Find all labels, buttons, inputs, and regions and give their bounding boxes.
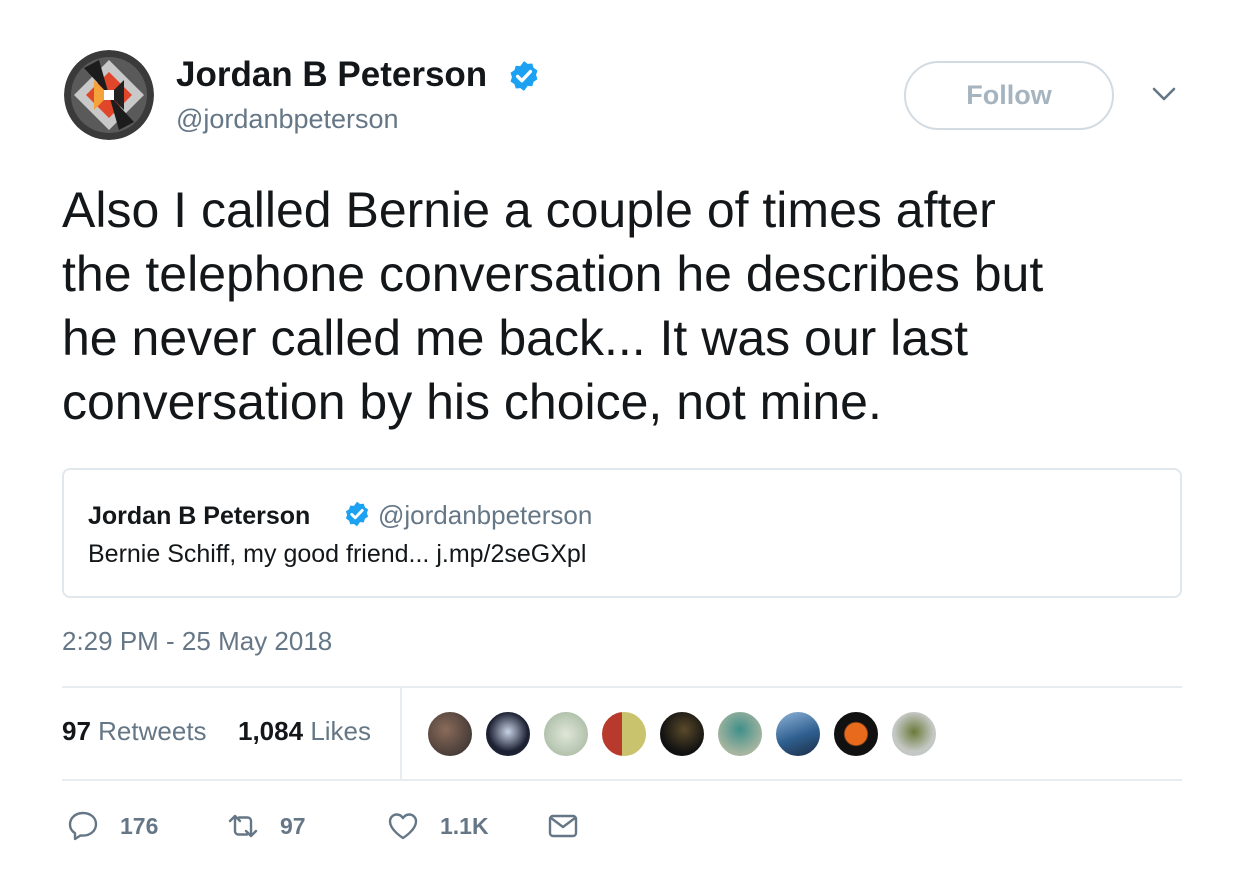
likes-stat[interactable]: 1,084 Likes <box>238 716 371 747</box>
retweet-icon <box>228 814 258 838</box>
likes-count: 1,084 <box>238 716 304 746</box>
likes-label: Likes <box>310 716 372 746</box>
liker-avatar[interactable] <box>484 710 532 758</box>
liker-avatar[interactable] <box>890 710 938 758</box>
liker-avatar[interactable] <box>426 710 474 758</box>
retweets-count: 97 <box>62 716 91 746</box>
tweet-text: Also I called Bernie a couple of times a… <box>62 178 1182 434</box>
retweet-action[interactable]: 97 <box>226 806 306 846</box>
vertical-divider <box>400 688 402 780</box>
liker-avatar[interactable] <box>832 710 880 758</box>
author-handle[interactable]: @jordanbpeterson <box>176 104 399 135</box>
liker-avatar[interactable] <box>600 710 648 758</box>
divider <box>62 779 1182 781</box>
retweet-count: 97 <box>280 812 306 839</box>
liker-avatar[interactable] <box>542 710 590 758</box>
verified-badge-icon <box>510 61 538 91</box>
tweet-text-line: he never called me back... It was our la… <box>62 310 968 366</box>
tweet-text-line: conversation by his choice, not mine. <box>62 374 882 430</box>
tweet-text-line: Also I called Bernie a couple of times a… <box>62 182 996 238</box>
follow-button[interactable]: Follow <box>904 61 1114 130</box>
liker-avatar[interactable] <box>774 710 822 758</box>
heart-icon <box>388 813 418 840</box>
verified-badge-icon <box>345 501 369 527</box>
like-count: 1.1K <box>440 812 489 839</box>
chevron-down-icon[interactable] <box>1150 84 1178 104</box>
divider <box>62 686 1182 688</box>
reply-icon <box>68 811 98 841</box>
author-name[interactable]: Jordan B Peterson <box>176 55 487 95</box>
quoted-tweet-text: Bernie Schiff, my good friend... j.mp/2s… <box>88 540 587 568</box>
author-avatar[interactable] <box>64 50 154 140</box>
tweet-timestamp[interactable]: 2:29 PM - 25 May 2018 <box>62 626 332 657</box>
like-action[interactable]: 1.1K <box>386 806 489 846</box>
reply-count: 176 <box>120 812 159 839</box>
tweet-text-line: the telephone conversation he describes … <box>62 246 1044 302</box>
retweets-stat[interactable]: 97 Retweets <box>62 716 207 747</box>
retweets-label: Retweets <box>98 716 207 746</box>
reply-action[interactable]: 176 <box>66 806 158 846</box>
direct-message-action[interactable] <box>546 806 580 846</box>
quoted-author-name: Jordan B Peterson <box>88 502 311 530</box>
quoted-tweet-card[interactable]: Jordan B Peterson @jordanbpeterson Berni… <box>62 468 1182 598</box>
liker-avatar[interactable] <box>658 710 706 758</box>
liker-avatar[interactable] <box>716 710 764 758</box>
envelope-icon <box>548 814 578 838</box>
quoted-author-handle: @jordanbpeterson <box>378 500 593 530</box>
